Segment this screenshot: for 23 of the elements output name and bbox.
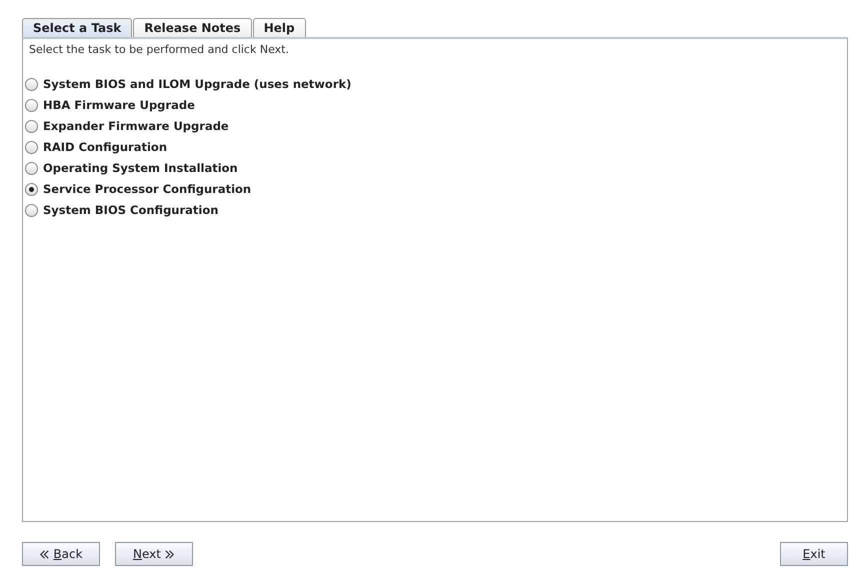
- option-label[interactable]: HBA Firmware Upgrade: [43, 98, 195, 112]
- next-button[interactable]: Next: [115, 542, 193, 566]
- radio-button[interactable]: [25, 98, 38, 112]
- radio-button[interactable]: [25, 204, 38, 216]
- option-label[interactable]: Service Processor Configuration: [43, 182, 252, 196]
- option-label[interactable]: System BIOS and ILOM Upgrade (uses network): [43, 77, 352, 91]
- double-left-chevron-icon: [39, 548, 50, 560]
- instruction-text: Select the task to be performed and click Next.: [29, 43, 290, 56]
- tab[interactable]: Help: [252, 18, 306, 37]
- exit-button[interactable]: Exit: [780, 542, 848, 566]
- radio-button[interactable]: [25, 120, 38, 132]
- option-label[interactable]: System BIOS Configuration: [43, 203, 218, 217]
- radio-button[interactable]: [25, 182, 38, 196]
- option-label[interactable]: Operating System Installation: [43, 161, 238, 175]
- tab[interactable]: Release Notes: [133, 18, 252, 37]
- tab[interactable]: Select a Task: [22, 18, 132, 37]
- option-label[interactable]: RAID Configuration: [43, 140, 168, 154]
- radio-button[interactable]: [25, 162, 38, 174]
- double-right-chevron-icon: [164, 548, 175, 560]
- radio-button[interactable]: [25, 140, 38, 154]
- back-button[interactable]: Back: [22, 542, 100, 566]
- option-label[interactable]: Expander Firmware Upgrade: [43, 119, 229, 133]
- radio-button[interactable]: [25, 78, 38, 90]
